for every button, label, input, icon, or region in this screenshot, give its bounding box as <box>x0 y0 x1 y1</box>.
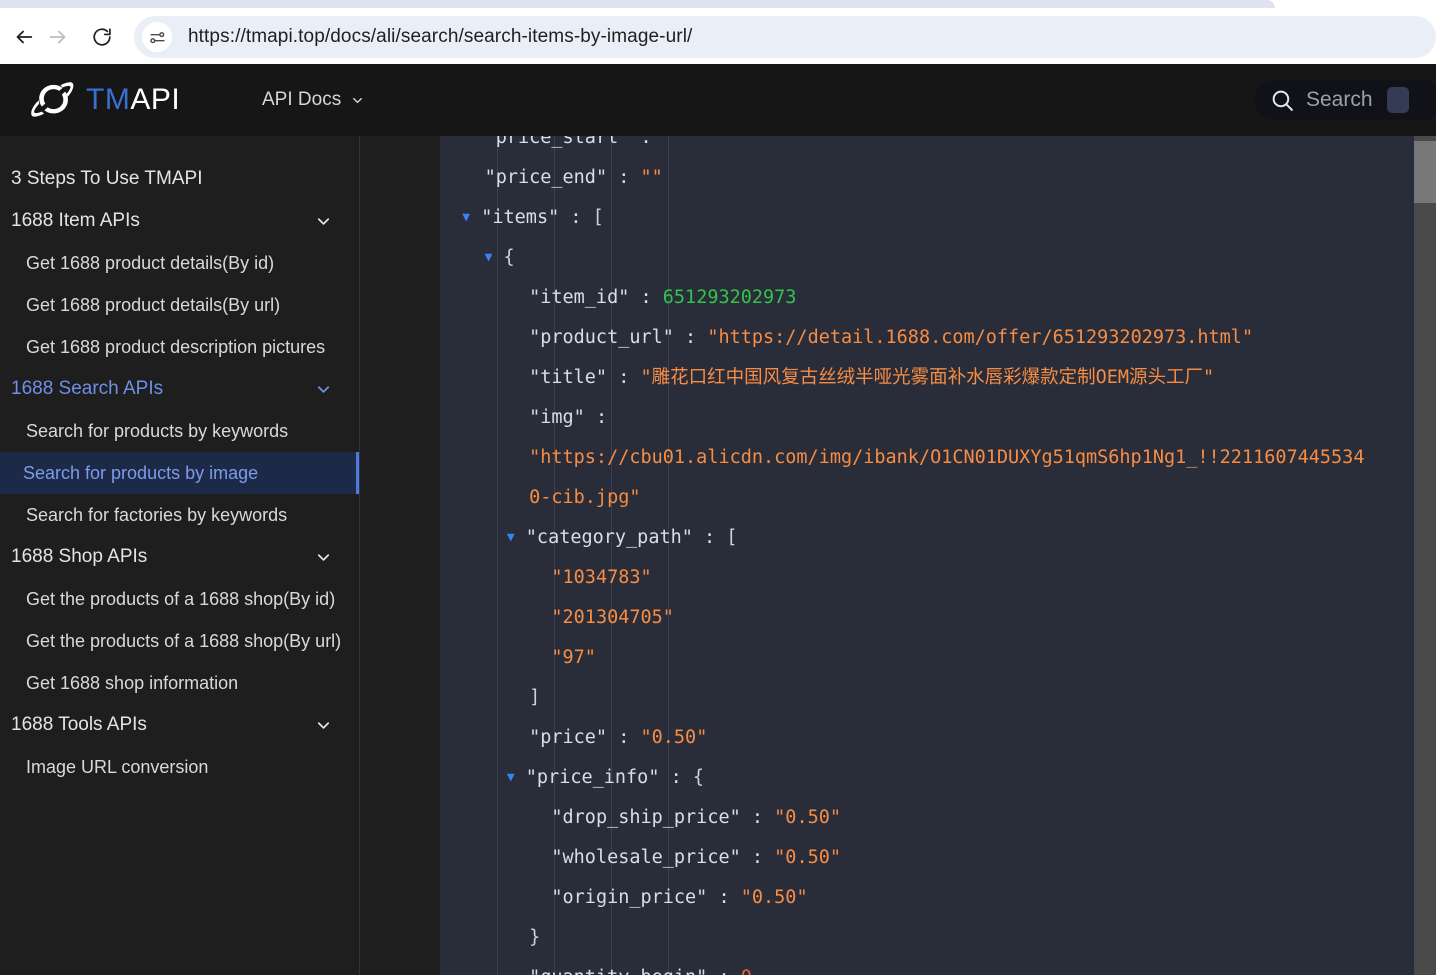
url-text: https://tmapi.top/docs/ali/search/search… <box>188 26 693 47</box>
sidebar-item-1688-item-apis[interactable]: 1688 Item APIs <box>0 200 359 242</box>
chevron-down-icon <box>317 553 330 561</box>
sidebar-group-label: 1688 Item APIs <box>11 210 140 231</box>
nav-item-api-docs-label: API Docs <box>262 89 342 110</box>
code-line: "1034783" <box>551 567 652 588</box>
code-line: "drop_ship_price" : "0.50" <box>551 807 841 828</box>
code-line: "wholesale_price" : "0.50" <box>551 847 841 868</box>
code-line: "price_start" : "" <box>484 136 686 148</box>
sidebar-item-1688-shop-apis[interactable]: 1688 Shop APIs <box>0 536 359 578</box>
browser-toolbar: https://tmapi.top/docs/ali/search/search… <box>0 10 1436 64</box>
chevron-down-icon <box>353 97 363 103</box>
sidebar-item-get-the-products-of-a-1688-shop-by-url[interactable]: Get the products of a 1688 shop(By url) <box>0 620 359 662</box>
code-lines: "price_start" : "" "price_end" : "" ▼ "i… <box>440 136 1364 975</box>
fold-toggle-icon[interactable]: ▼ <box>485 238 493 278</box>
code-line: ] <box>529 687 541 708</box>
search-keyboard-shortcut-badge <box>1386 87 1409 113</box>
code-line: ▼ "price_info" : { <box>440 758 1364 798</box>
sidebar-group-label: 1688 Tools APIs <box>11 714 147 735</box>
sidebar-item-get-1688-product-details-by-url[interactable]: Get 1688 product details(By url) <box>0 284 359 326</box>
chevron-down-icon <box>317 217 330 225</box>
forward-button[interactable] <box>42 21 74 53</box>
chevron-down-icon <box>317 385 330 393</box>
code-line: "img" : <box>529 407 619 428</box>
fold-toggle-icon[interactable]: ▼ <box>462 198 470 238</box>
sidebar-item-list: 3 Steps To Use TMAPI 1688 Item APIs Get 16… <box>0 158 359 788</box>
tmapi-planet-logo-icon <box>31 82 74 117</box>
brand-name: TMAPI <box>86 85 180 115</box>
sidebar-item-search-for-products-by-image[interactable]: Search for products by image <box>0 452 359 494</box>
sidebar-item-1688-search-apis[interactable]: 1688 Search APIs <box>0 368 359 410</box>
tab-strip <box>0 0 1436 10</box>
back-button[interactable] <box>8 21 40 53</box>
code-line: "201304705" <box>551 607 674 628</box>
arrow-right-icon <box>49 30 66 44</box>
code-line: "97" <box>551 647 596 668</box>
brand-name-api: API <box>130 83 181 116</box>
site-header: TMAPI API Docs Search <box>0 64 1436 136</box>
sidebar-item-search-for-products-by-keywords[interactable]: Search for products by keywords <box>0 410 359 452</box>
code-line: 0-cib.jpg" <box>529 487 641 508</box>
code-line: ▼ { <box>440 238 1364 278</box>
sidebar-item-get-the-products-of-a-1688-shop-by-id[interactable]: Get the products of a 1688 shop(By id) <box>0 578 359 620</box>
fold-toggle-icon[interactable]: ▼ <box>507 758 515 798</box>
sidebar-item-image-url-conversion[interactable]: Image URL conversion <box>0 746 359 788</box>
code-vertical-scrollbar[interactable] <box>1414 136 1436 975</box>
code-line: "price" : "0.50" <box>529 727 708 748</box>
code-line: "product_url" : "https://detail.1688.com… <box>529 327 1254 348</box>
address-bar[interactable]: https://tmapi.top/docs/ali/search/search… <box>134 16 1436 58</box>
header-search-placeholder: Search <box>1306 88 1373 111</box>
header-search-box[interactable]: Search <box>1254 80 1436 120</box>
code-line: ▼ "category_path" : [ <box>440 518 1364 558</box>
nav-item-api-docs[interactable]: API Docs <box>262 64 365 136</box>
fold-toggle-icon[interactable]: ▼ <box>507 518 515 558</box>
chevron-down-icon <box>317 721 330 729</box>
arrow-left-icon <box>16 30 33 44</box>
code-line: "price_end" : "" <box>484 167 663 188</box>
code-line: "https://cbu01.alicdn.com/img/ibank/O1CN… <box>529 447 1365 468</box>
sidebar-item-3-steps-to-use-tmapi[interactable]: 3 Steps To Use TMAPI <box>0 158 359 200</box>
reload-button[interactable] <box>86 21 118 53</box>
brand-name-tm: TM <box>86 83 131 116</box>
code-line: ▼ "items" : [ <box>440 198 1364 238</box>
browser-chrome: https://tmapi.top/docs/ali/search/search… <box>0 0 1436 64</box>
code-line: "title" : "雕花口红中国风复古丝绒半哑光雾面补水唇彩爆款定制OEM源头… <box>529 367 1215 388</box>
sidebar-top-spacer <box>0 136 359 158</box>
code-scrollbar-thumb[interactable] <box>1414 141 1436 203</box>
search-icon <box>1272 90 1293 111</box>
sidebar-item-1688-tools-apis[interactable]: 1688 Tools APIs <box>0 704 359 746</box>
code-line: } <box>529 927 541 948</box>
sidebar-navigation[interactable]: 3 Steps To Use TMAPI 1688 Item APIs Get 16… <box>0 136 360 975</box>
browser-tab[interactable] <box>0 0 1275 8</box>
site-info-icon[interactable] <box>142 22 172 52</box>
code-line: "item_id" : 651293202973 <box>529 287 797 308</box>
reload-icon <box>93 28 111 46</box>
sidebar-group-label: 1688 Shop APIs <box>11 546 148 567</box>
sidebar-item-get-1688-product-details-by-id[interactable]: Get 1688 product details(By id) <box>0 242 359 284</box>
code-line: "quantity_begin" : 0 <box>440 958 1364 975</box>
sidebar-item-search-for-factories-by-keywords[interactable]: Search for factories by keywords <box>0 494 359 536</box>
sidebar-item-get-1688-shop-information[interactable]: Get 1688 shop information <box>0 662 359 704</box>
brand-logo-link[interactable]: TMAPI <box>30 64 180 136</box>
sidebar-group-label: 3 Steps To Use TMAPI <box>11 168 203 189</box>
sidebar-group-label: 1688 Search APIs <box>11 378 164 399</box>
content-pane: "price_start" : "" "price_end" : "" ▼ "i… <box>360 136 1436 975</box>
json-response-viewer[interactable]: "price_start" : "" "price_end" : "" ▼ "i… <box>440 136 1436 975</box>
code-scroll-area[interactable]: "price_start" : "" "price_end" : "" ▼ "i… <box>440 136 1436 975</box>
tune-icon <box>149 31 165 43</box>
code-line: "origin_price" : "0.50" <box>551 887 808 908</box>
sidebar-item-get-1688-product-description-pictures[interactable]: Get 1688 product description pictures <box>0 326 359 368</box>
